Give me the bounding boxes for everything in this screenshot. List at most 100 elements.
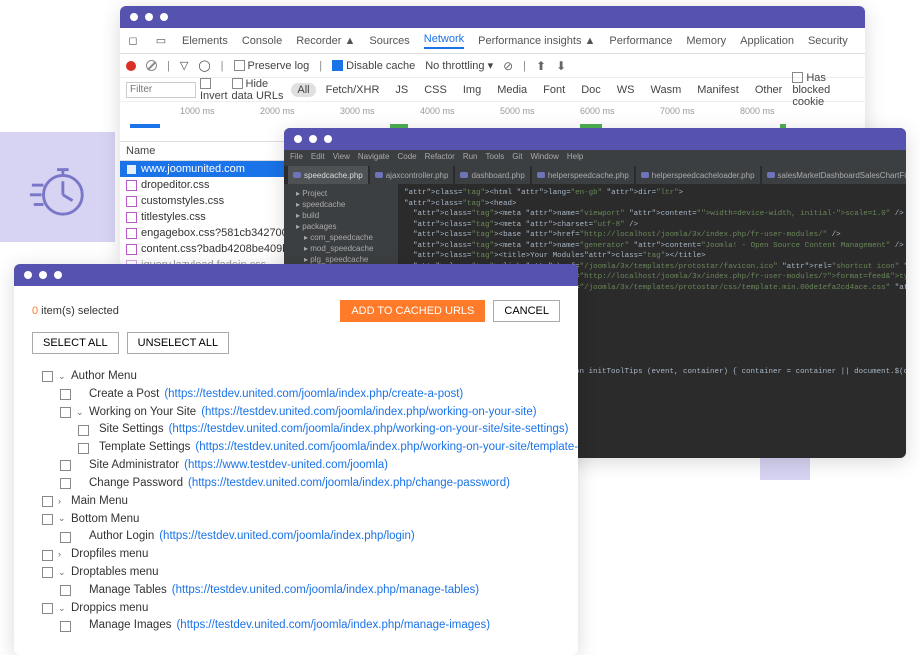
checkbox[interactable]	[42, 514, 53, 525]
ide-menu-item[interactable]: Window	[530, 152, 558, 164]
tab-recorder[interactable]: Recorder ▲	[296, 35, 355, 47]
checkbox[interactable]	[42, 496, 53, 507]
pill-ws[interactable]: WS	[611, 83, 641, 97]
hide-data-checkbox[interactable]: Hide data URLs	[232, 78, 288, 102]
tab-elements[interactable]: Elements	[182, 35, 228, 47]
checkbox[interactable]	[60, 460, 71, 471]
checkbox[interactable]	[60, 585, 71, 596]
ide-menu-item[interactable]: Code	[397, 152, 416, 164]
ide-tab[interactable]: speedcache.php	[288, 166, 368, 184]
tree-label[interactable]: Working on Your Site	[89, 404, 196, 422]
checkbox[interactable]	[42, 567, 53, 578]
checkbox[interactable]	[42, 603, 53, 614]
tab-application[interactable]: Application	[740, 35, 794, 47]
tree-label[interactable]: Site Administrator	[89, 457, 179, 475]
tree-label[interactable]: Manage Images	[89, 617, 171, 635]
download-icon[interactable]: ⬇	[556, 59, 566, 73]
invert-checkbox[interactable]: Invert	[200, 78, 228, 102]
ide-tab[interactable]: helperspeedcache.php	[532, 166, 634, 184]
tree-label[interactable]: Droppics menu	[71, 600, 148, 618]
tab-sources[interactable]: Sources	[369, 35, 409, 47]
pill-all[interactable]: All	[291, 83, 315, 97]
upload-icon[interactable]: ⬆	[536, 59, 546, 73]
tab-network[interactable]: Network	[424, 33, 464, 49]
pill-other[interactable]: Other	[749, 83, 789, 97]
caret-icon[interactable]: ›	[58, 548, 66, 562]
pill-doc[interactable]: Doc	[575, 83, 607, 97]
checkbox[interactable]	[78, 443, 89, 454]
checkbox[interactable]	[60, 532, 71, 543]
tree-label[interactable]: Author Menu	[71, 368, 137, 386]
filter-toggle-icon[interactable]: ▽	[180, 59, 188, 72]
checkbox[interactable]	[60, 478, 71, 489]
device-icon[interactable]: ▭	[154, 34, 168, 47]
throttling-select[interactable]: No throttling ▾	[425, 59, 493, 72]
tree-label[interactable]: Bottom Menu	[71, 511, 139, 529]
checkbox[interactable]	[78, 425, 89, 436]
caret-icon[interactable]: ⌄	[76, 406, 84, 420]
pill-font[interactable]: Font	[537, 83, 571, 97]
caret-icon[interactable]: ⌄	[58, 602, 66, 616]
add-cached-button[interactable]: ADD TO CACHED URLS	[340, 300, 485, 322]
ide-sidebar-item[interactable]: ▸ speedcache	[288, 199, 394, 210]
pill-fetch[interactable]: Fetch/XHR	[320, 83, 386, 97]
ide-menu-item[interactable]: Edit	[311, 152, 325, 164]
inspect-icon[interactable]: ◻	[126, 34, 140, 47]
ide-sidebar-item[interactable]: ▸ packages	[288, 221, 394, 232]
caret-icon[interactable]: ›	[58, 495, 66, 509]
checkbox[interactable]	[60, 621, 71, 632]
checkbox[interactable]	[60, 389, 71, 400]
tab-console[interactable]: Console	[242, 35, 282, 47]
ide-menu-item[interactable]: Tools	[486, 152, 505, 164]
ide-menu-item[interactable]: Navigate	[358, 152, 390, 164]
ide-sidebar-item[interactable]: ▸ Project	[288, 188, 394, 199]
tab-performance[interactable]: Performance	[609, 35, 672, 47]
tree-label[interactable]: Create a Post	[89, 386, 159, 404]
caret-icon[interactable]: ⌄	[58, 512, 66, 526]
ide-tab[interactable]: ajaxcontroller.php	[370, 166, 454, 184]
tree-label[interactable]: Main Menu	[71, 493, 128, 511]
tab-security[interactable]: Security	[808, 35, 848, 47]
select-all-button[interactable]: SELECT ALL	[32, 332, 119, 354]
ide-menu[interactable]: File Edit View Navigate Code Refactor Run Tools…	[284, 150, 906, 166]
caret-icon[interactable]: ⌄	[58, 370, 66, 384]
search-icon[interactable]: ◯	[198, 59, 210, 72]
ide-tab[interactable]: helperspeedcacheloader.php	[636, 166, 760, 184]
tab-perf-insights[interactable]: Performance insights ▲	[478, 35, 595, 47]
disable-cache-checkbox[interactable]: Disable cache	[332, 60, 415, 72]
pill-js[interactable]: JS	[389, 83, 414, 97]
ide-tab[interactable]: dashboard.php	[455, 166, 529, 184]
pill-wasm[interactable]: Wasm	[644, 83, 687, 97]
ide-menu-item[interactable]: Run	[463, 152, 478, 164]
preserve-log-checkbox[interactable]: Preserve log	[234, 60, 310, 72]
online-icon[interactable]: ⊘	[503, 59, 513, 73]
checkbox[interactable]	[42, 550, 53, 561]
tree-label[interactable]: Author Login	[89, 528, 154, 546]
unselect-all-button[interactable]: UNSELECT ALL	[127, 332, 230, 354]
caret-icon[interactable]: ⌄	[58, 566, 66, 580]
tab-memory[interactable]: Memory	[686, 35, 726, 47]
ide-menu-item[interactable]: View	[333, 152, 350, 164]
tree-label[interactable]: Change Password	[89, 475, 183, 493]
pill-css[interactable]: CSS	[418, 83, 453, 97]
tree-label[interactable]: Dropfiles menu	[71, 546, 148, 564]
ide-sidebar-item[interactable]: ▸ com_speedcache	[288, 232, 394, 243]
checkbox[interactable]	[60, 407, 71, 418]
ide-sidebar-item[interactable]: ▸ build	[288, 210, 394, 221]
filter-input[interactable]	[126, 82, 196, 98]
ide-sidebar-item[interactable]: ▸ mod_speedcache	[288, 243, 394, 254]
clear-icon[interactable]	[146, 60, 157, 71]
ide-menu-item[interactable]: File	[290, 152, 303, 164]
ide-menu-item[interactable]: Help	[567, 152, 583, 164]
ide-menu-item[interactable]: Refactor	[425, 152, 455, 164]
pill-img[interactable]: Img	[457, 83, 487, 97]
tree-label[interactable]: Droptables menu	[71, 564, 159, 582]
pill-manifest[interactable]: Manifest	[691, 83, 745, 97]
record-icon[interactable]	[126, 61, 136, 71]
tree-label[interactable]: Template Settings	[99, 439, 190, 457]
ide-menu-item[interactable]: Git	[512, 152, 522, 164]
pill-media[interactable]: Media	[491, 83, 533, 97]
ide-tab[interactable]: salesMarketDashboardSalesChartFilter.php	[762, 166, 906, 184]
tree-label[interactable]: Site Settings	[99, 421, 164, 439]
cancel-button[interactable]: CANCEL	[493, 300, 560, 322]
